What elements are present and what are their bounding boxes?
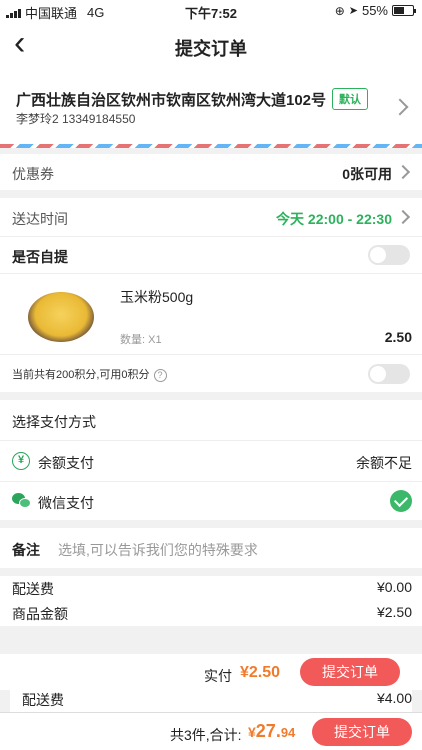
- status-right: ⊕ ➤ 55%: [334, 3, 416, 18]
- lock-rotation-icon: ⊕: [334, 3, 345, 18]
- battery-icon: [392, 5, 416, 16]
- footer-total-main: 27.: [255, 721, 281, 741]
- overlay-fee-label: 配送费: [22, 692, 64, 708]
- payment-title-row: 选择支付方式: [0, 400, 422, 440]
- chevron-right-icon: [391, 98, 409, 116]
- payment-title: 选择支付方式: [12, 414, 96, 430]
- check-icon[interactable]: [390, 490, 412, 512]
- actual-label: 实付: [204, 668, 232, 684]
- coupon-label: 优惠券: [12, 166, 54, 182]
- product-quantity: 数量: X1: [120, 334, 162, 346]
- goods-amount-value: ¥2.50: [376, 604, 412, 620]
- delivery-fee-value: ¥0.00: [376, 579, 412, 595]
- remark-input[interactable]: 选填,可以告诉我们您的特殊要求: [58, 540, 258, 560]
- address-card[interactable]: 广西壮族自治区钦州市钦南区钦州湾大道102号 默认 李梦玲2 133491845…: [0, 68, 422, 148]
- points-text: 当前共有200积分,可用0积分: [12, 369, 150, 381]
- product-name: 玉米粉500g: [120, 289, 194, 305]
- product-price: 2.50: [384, 329, 412, 345]
- delivery-fee-label: 配送费: [12, 581, 54, 597]
- chevron-right-icon: [395, 209, 411, 225]
- footer-total-cents: 94: [280, 725, 296, 740]
- self-pickup-toggle[interactable]: [368, 245, 410, 265]
- address-text: 广西壮族自治区钦州市钦南区钦州湾大道102号: [16, 91, 327, 109]
- balance-pay-row[interactable]: ¥ 余额支付 余额不足: [0, 441, 422, 481]
- remark-row: 备注 选填,可以告诉我们您的特殊要求: [0, 528, 422, 568]
- page-title: 提交订单: [175, 39, 247, 59]
- actual-pay-bar: 实付 ¥2.50 提交订单: [0, 654, 422, 690]
- actual-value: ¥2.50: [240, 664, 281, 681]
- delivery-value: 今天 22:00 - 22:30: [276, 211, 392, 227]
- help-icon[interactable]: ?: [153, 368, 167, 382]
- coupon-value: 0张可用: [342, 166, 392, 182]
- overlay-fee-value: ¥4.00: [376, 690, 412, 706]
- submit-order-button-secondary[interactable]: 提交订单: [300, 658, 400, 686]
- battery-percent: 55%: [361, 3, 388, 18]
- address-stripe: [0, 144, 422, 148]
- address-line: 广西壮族自治区钦州市钦南区钦州湾大道102号 默认: [16, 88, 369, 110]
- nav-bar: ‹ 提交订单: [0, 22, 422, 68]
- wechat-icon: [12, 493, 32, 509]
- self-pickup-row: 是否自提: [0, 237, 422, 273]
- footer-total: ¥27.94: [248, 721, 295, 742]
- chevron-right-icon: [395, 164, 411, 180]
- goods-amount-label: 商品金额: [12, 606, 68, 622]
- coupon-row[interactable]: 优惠券 0张可用: [0, 154, 422, 190]
- wechat-pay-label: 微信支付: [38, 495, 94, 511]
- footer-currency: ¥: [248, 724, 256, 740]
- balance-icon: ¥: [12, 452, 30, 470]
- product-image: [28, 292, 94, 342]
- points-text-wrap: 当前共有200积分,可用0积分?: [12, 366, 167, 382]
- status-bar: 中国联通 4G 下午7:52 ⊕ ➤ 55%: [0, 0, 422, 22]
- overlay-fee-row: 配送费 ¥4.00: [10, 690, 412, 712]
- location-icon: ➤: [348, 5, 358, 17]
- balance-status: 余额不足: [356, 455, 412, 471]
- self-pickup-label: 是否自提: [12, 249, 68, 265]
- points-row: 当前共有200积分,可用0积分?: [0, 355, 422, 392]
- address-contact: 李梦玲2 13349184550: [16, 112, 136, 126]
- wechat-pay-row[interactable]: 微信支付: [0, 482, 422, 520]
- remark-label: 备注: [12, 542, 40, 558]
- fees-section: 配送费 ¥0.00 商品金额 ¥2.50: [0, 576, 422, 626]
- default-badge: 默认: [332, 88, 369, 110]
- points-toggle[interactable]: [368, 364, 410, 384]
- submit-order-button[interactable]: 提交订单: [312, 718, 412, 746]
- footer-summary: 共3件,合计:: [170, 727, 242, 743]
- delivery-time-row[interactable]: 送达时间 今天 22:00 - 22:30: [0, 198, 422, 236]
- balance-pay-label: 余额支付: [38, 455, 94, 471]
- footer-bar: 共3件,合计: ¥27.94 提交订单: [0, 712, 422, 750]
- delivery-label: 送达时间: [12, 211, 68, 227]
